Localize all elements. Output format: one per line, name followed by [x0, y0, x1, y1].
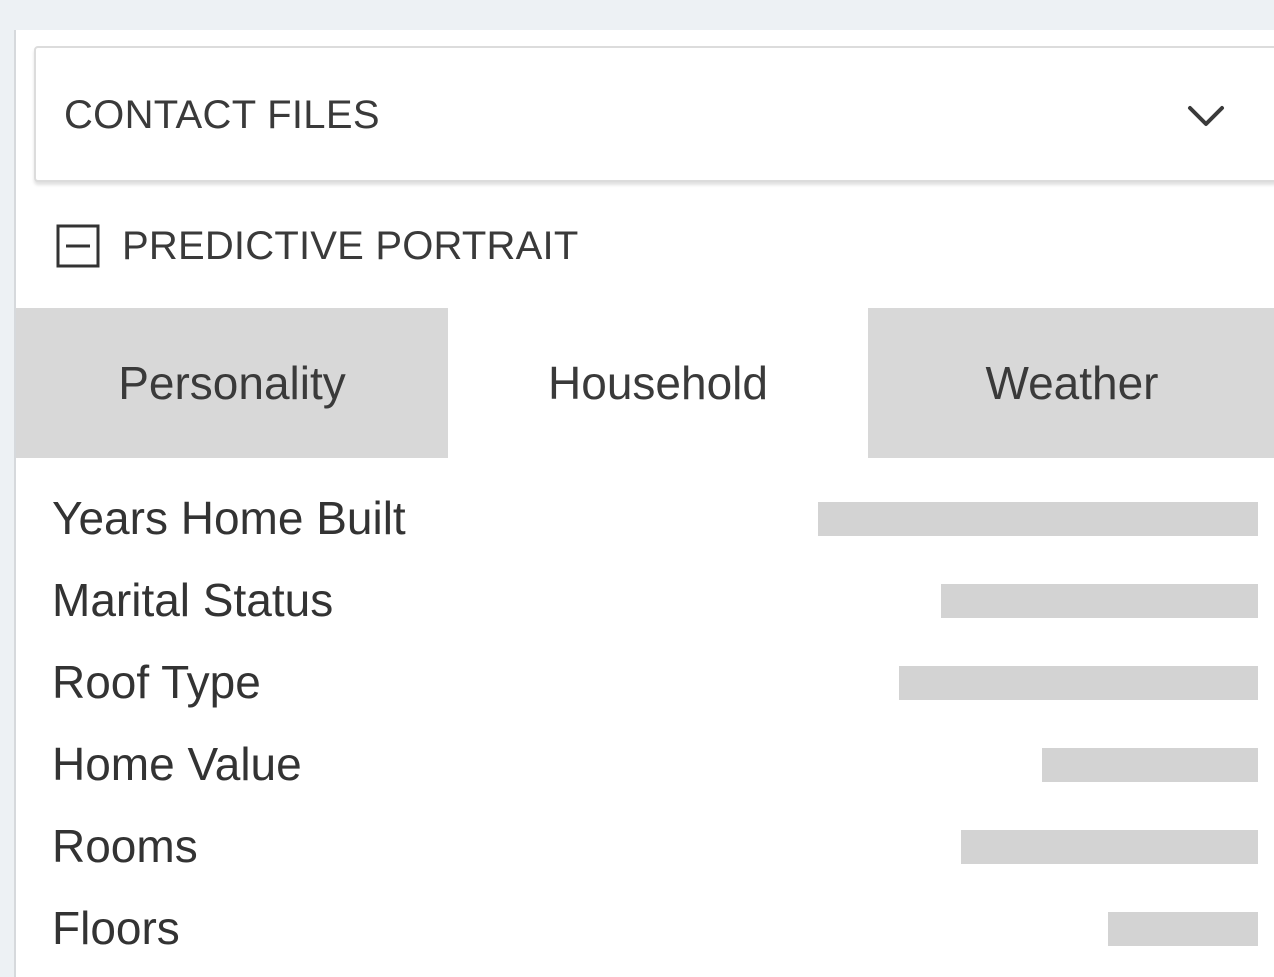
attribute-label: Years Home Built: [52, 492, 406, 544]
attribute-bar: [818, 502, 1258, 536]
predictive-portrait-title: PREDICTIVE PORTRAIT: [122, 224, 579, 268]
attribute-bar: [941, 584, 1258, 618]
attribute-row-home-value: Home Value: [16, 724, 1274, 806]
contact-panel: CONTACT FILES PREDICTIVE PORTRAIT Person…: [14, 30, 1274, 977]
collapse-minus-icon[interactable]: [56, 224, 100, 268]
contact-files-dropdown[interactable]: CONTACT FILES: [34, 46, 1274, 182]
attribute-bar-track: [818, 666, 1258, 700]
portrait-tabs: Personality Household Weather: [16, 308, 1274, 458]
attribute-row-roof-type: Roof Type: [16, 642, 1274, 724]
tab-personality[interactable]: Personality: [16, 308, 448, 458]
attribute-bar: [1108, 912, 1258, 946]
attribute-bar: [899, 666, 1258, 700]
left-background: [0, 0, 14, 977]
tab-household[interactable]: Household: [448, 308, 868, 458]
attribute-bar-track: [818, 584, 1258, 618]
attribute-bar-track: [818, 912, 1258, 946]
attribute-label: Roof Type: [52, 656, 261, 708]
attribute-label: Rooms: [52, 820, 198, 872]
attribute-bar-track: [818, 830, 1258, 864]
attribute-bar-track: [818, 748, 1258, 782]
chevron-down-icon[interactable]: [1184, 94, 1228, 138]
contact-files-label: CONTACT FILES: [64, 93, 380, 137]
predictive-portrait-header[interactable]: PREDICTIVE PORTRAIT: [56, 218, 578, 274]
tab-weather[interactable]: Weather: [868, 308, 1274, 458]
attribute-label: Home Value: [52, 738, 302, 790]
top-background: [0, 0, 1274, 30]
attribute-bar: [961, 830, 1258, 864]
attribute-row-years-home-built: Years Home Built: [16, 478, 1274, 560]
attribute-row-rooms: Rooms: [16, 806, 1274, 888]
household-attributes: Years Home Built Marital Status Roof Typ…: [16, 478, 1274, 970]
attribute-row-marital-status: Marital Status: [16, 560, 1274, 642]
attribute-bar-track: [818, 502, 1258, 536]
attribute-bar: [1042, 748, 1258, 782]
attribute-label: Marital Status: [52, 574, 334, 626]
attribute-row-floors: Floors: [16, 888, 1274, 970]
attribute-label: Floors: [52, 902, 180, 954]
